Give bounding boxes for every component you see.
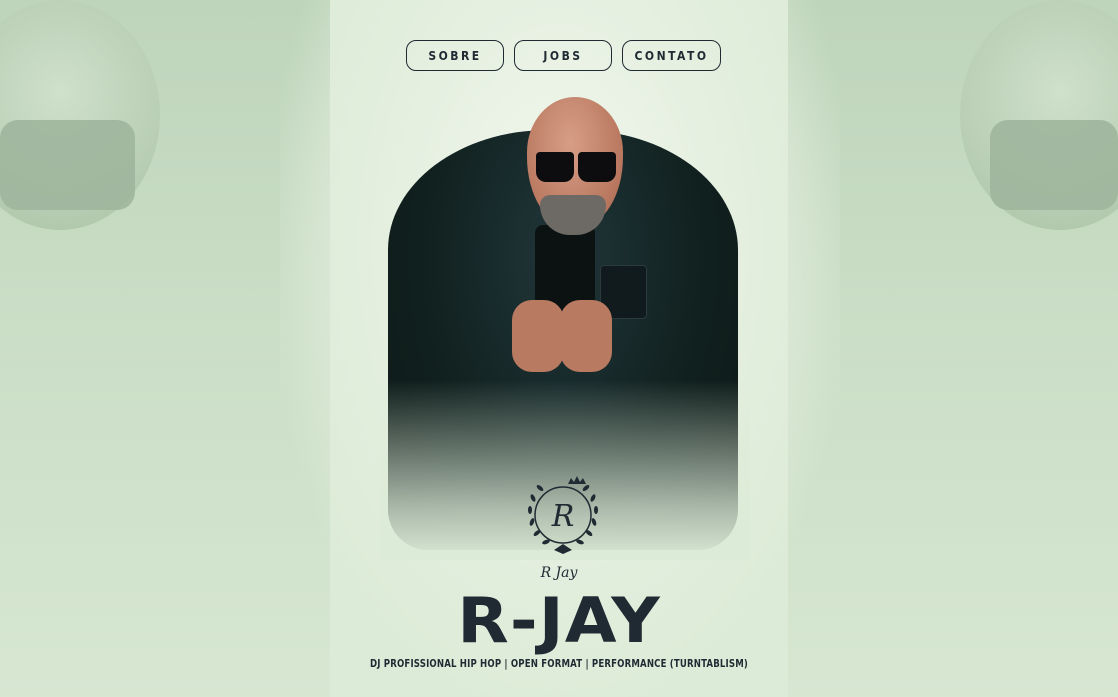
left-hand [512, 300, 564, 372]
right-hand [560, 300, 612, 372]
logo-emblem-icon: R [528, 476, 598, 554]
logo-signature: R Jay [540, 565, 578, 581]
sunglasses-right-lens [578, 152, 616, 182]
page-subtitle: DJ PROFISSIONAL HIP HOP | OPEN FORMAT | … [369, 657, 749, 670]
sunglasses-left-lens [536, 152, 574, 182]
page-title: R-JAY [457, 584, 661, 657]
logo-monogram: R [551, 499, 575, 534]
